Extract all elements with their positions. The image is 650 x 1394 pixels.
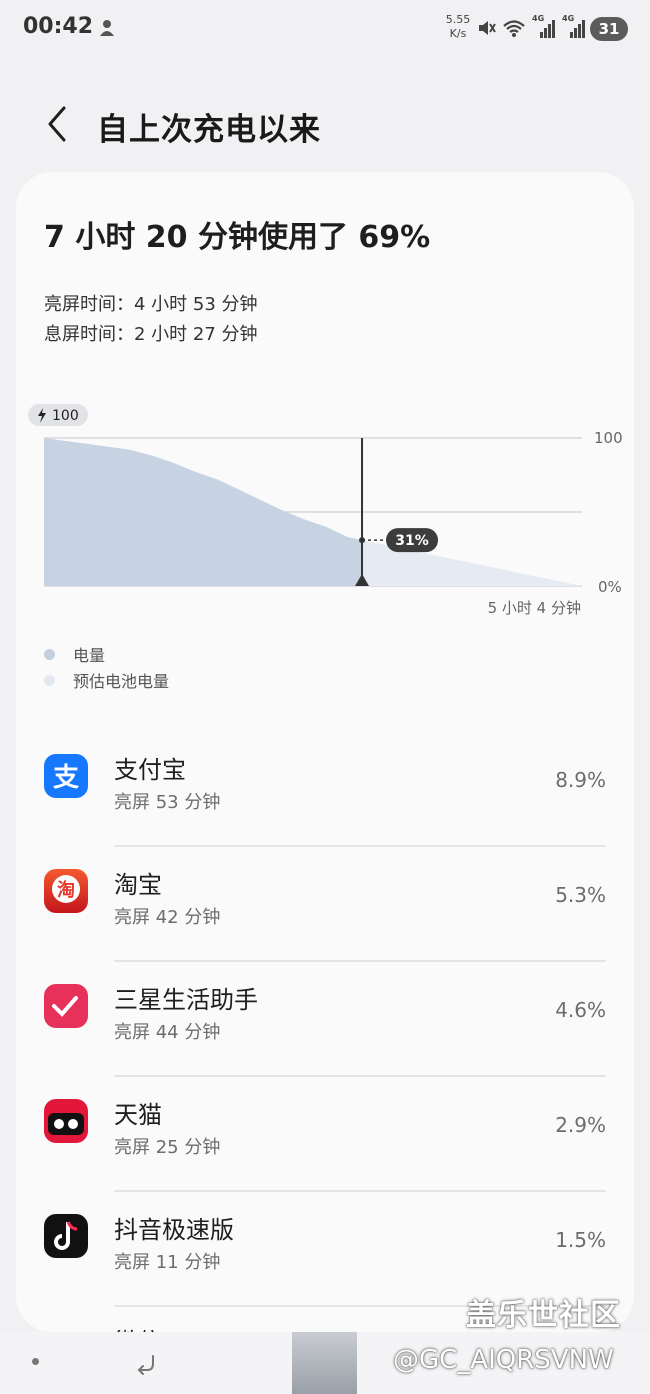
app-name: 抖音极速版	[114, 1216, 234, 1244]
status-time: 00:42	[23, 14, 94, 39]
alipay-icon: 支	[44, 754, 88, 798]
notification-icon	[100, 20, 114, 36]
app-row-tmall[interactable]: 天猫 亮屏 25 分钟 2.9%	[16, 1077, 634, 1192]
app-screen-time: 亮屏 25 分钟	[114, 1137, 221, 1158]
nav-dot-icon[interactable]	[32, 1358, 39, 1365]
recent-app-thumbnail[interactable]	[292, 1332, 357, 1394]
start-badge: 100	[28, 404, 88, 426]
legend-battery: 电量	[44, 642, 105, 666]
cell-signal-2: 4G	[562, 14, 586, 40]
battery-chart-svg: 31% 100 100 0% 5 小时 4 分钟	[28, 404, 623, 617]
app-name: 淘宝	[114, 871, 162, 899]
screen-on-time: 亮屏时间：4 小时 53 分钟	[44, 294, 258, 315]
network-speed-unit: K/s	[449, 27, 467, 40]
start-badge-label: 100	[52, 408, 79, 424]
page-title: 自上次充电以来	[97, 112, 321, 148]
app-screen-time: 亮屏 44 分钟	[114, 1022, 221, 1043]
taobao-icon: 淘	[44, 869, 88, 913]
usage-summary: 7 小时 20 分钟使用了 69%	[44, 220, 431, 255]
watermark-title: 盖乐世社区	[466, 1298, 621, 1333]
network-type-2: 4G	[562, 14, 575, 23]
samsung-assistant-icon	[44, 984, 88, 1028]
network-type-1: 4G	[532, 14, 545, 23]
cell-signal-1: 4G	[532, 14, 556, 40]
legend-label-estimated: 预估电池电量	[73, 672, 170, 691]
app-screen-time: 亮屏 11 分钟	[114, 1252, 221, 1273]
app-screen-time: 亮屏 53 分钟	[114, 792, 221, 813]
app-name: 三星生活助手	[114, 986, 258, 1014]
current-level-badge: 31%	[386, 528, 439, 553]
app-row-samsung-assistant[interactable]: 三星生活助手 亮屏 44 分钟 4.6%	[16, 962, 634, 1077]
app-battery-percent: 1.5%	[555, 1228, 606, 1252]
douyin-lite-icon	[44, 1214, 88, 1258]
nav-back-icon[interactable]	[133, 1350, 159, 1376]
battery-level: 31	[590, 17, 628, 41]
app-usage-list: 支 支付宝 亮屏 53 分钟 8.9% 淘 淘宝 亮屏 42 分钟 5.3% 三…	[16, 732, 634, 1307]
app-battery-percent: 5.3%	[555, 883, 606, 907]
status-bar: 00:42 5.55 K/s 4G 4G 31	[0, 0, 650, 58]
app-battery-percent: 4.6%	[555, 998, 606, 1022]
legend-dot-battery	[44, 648, 55, 660]
y-axis-bottom-label: 0%	[598, 578, 622, 596]
watermark-handle: @GC_AIQRSVNW	[393, 1345, 614, 1375]
mute-icon	[479, 21, 496, 35]
back-icon[interactable]	[38, 102, 78, 146]
app-battery-percent: 8.9%	[555, 768, 606, 792]
status-icons: 4G 4G	[476, 14, 586, 41]
y-axis-top-label: 100	[594, 429, 623, 447]
legend-label-battery: 电量	[73, 646, 106, 665]
wifi-icon	[503, 20, 525, 37]
battery-chart[interactable]: 31% 100 100 0% 5 小时 4 分钟	[16, 400, 634, 620]
svg-text:支: 支	[53, 763, 79, 793]
app-row-alipay[interactable]: 支 支付宝 亮屏 53 分钟 8.9%	[16, 732, 634, 847]
screen-off-time: 息屏时间：2 小时 27 分钟	[44, 324, 258, 345]
network-speed-value: 5.55	[445, 13, 471, 26]
remaining-time-label: 5 小时 4 分钟	[488, 599, 581, 617]
app-screen-time: 亮屏 42 分钟	[114, 907, 221, 928]
current-level-label: 31%	[395, 533, 429, 549]
app-name: 天猫	[114, 1101, 162, 1129]
tmall-icon	[44, 1099, 88, 1143]
app-row-taobao[interactable]: 淘 淘宝 亮屏 42 分钟 5.3%	[16, 847, 634, 962]
app-name: 支付宝	[114, 756, 186, 784]
network-speed: 5.55 K/s	[443, 13, 473, 41]
legend-dot-estimated	[44, 674, 55, 686]
header: 自上次充电以来	[0, 90, 650, 160]
svg-text:淘: 淘	[57, 879, 75, 901]
app-battery-percent: 2.9%	[555, 1113, 606, 1137]
battery-usage-card: 7 小时 20 分钟使用了 69% 亮屏时间：4 小时 53 分钟 息屏时间：2…	[16, 172, 634, 1332]
legend-estimated: 预估电池电量	[44, 668, 169, 692]
